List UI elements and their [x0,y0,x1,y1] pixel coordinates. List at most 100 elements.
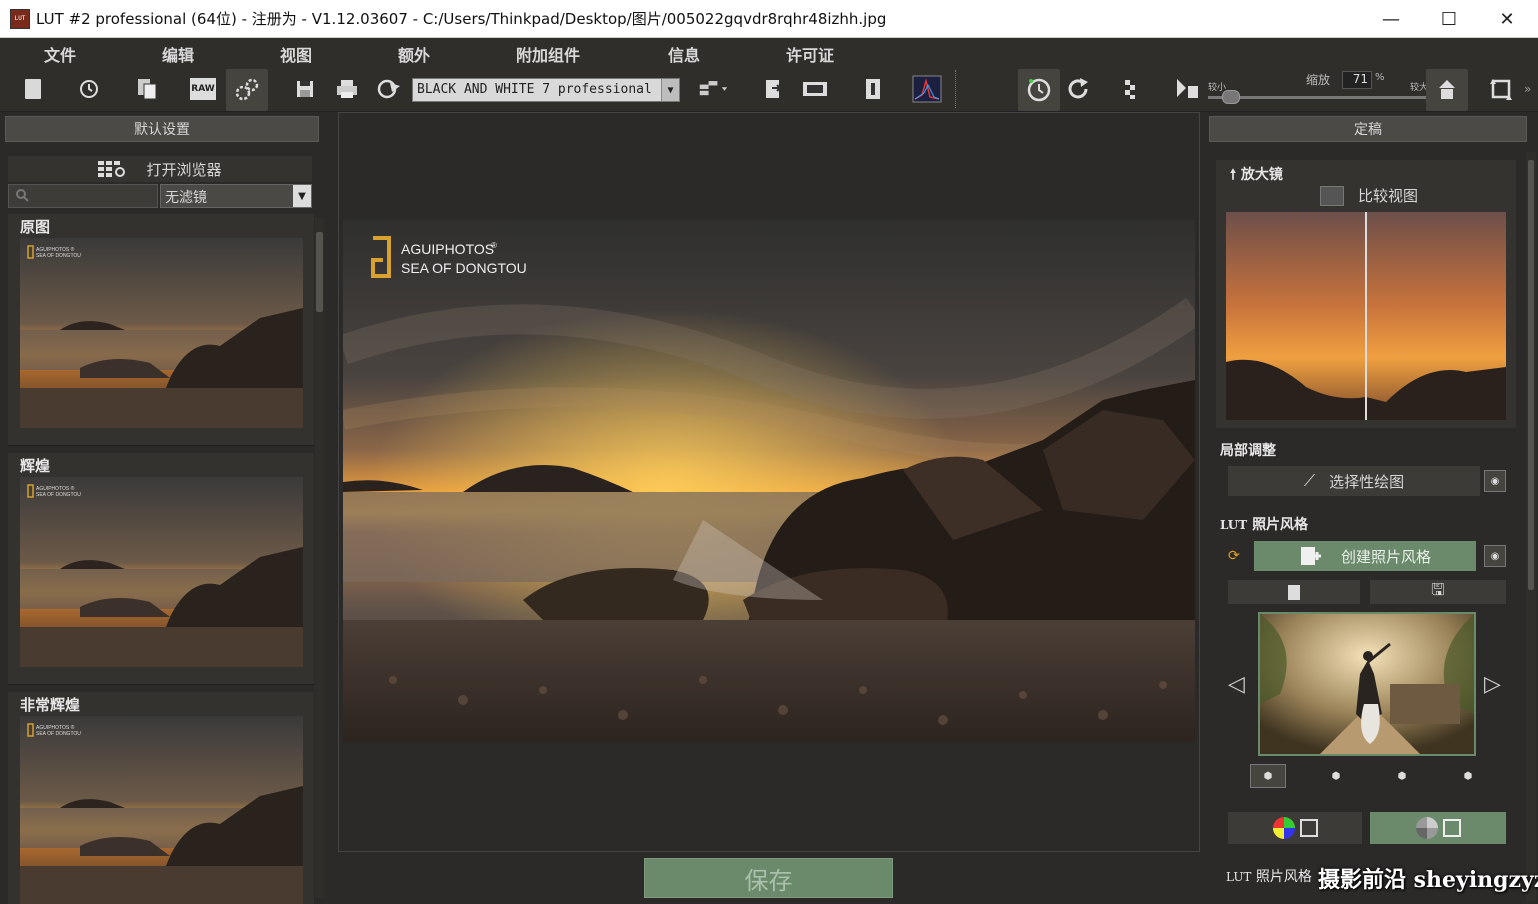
maximize-button[interactable]: ☐ [1420,0,1478,38]
search-input[interactable] [8,184,158,208]
align-button[interactable] [1172,74,1202,104]
save-doc-icon: 🖫 [1431,579,1445,599]
next-style-arrow-icon[interactable]: ▷ [1484,672,1501,697]
save-button[interactable]: 保存 [644,858,893,898]
menu-file[interactable]: 文件 [44,42,76,66]
toolbar-overflow-icon[interactable]: » [1524,82,1531,96]
settings-button[interactable] [226,69,268,111]
defaults-header[interactable]: 默认设置 [5,116,319,142]
chevron-down-icon: ▼ [661,79,679,101]
menu-addons[interactable]: 附加组件 [516,42,580,66]
new-file-icon [25,79,41,99]
selective-paint-button[interactable]: ⟋ 选择性绘图 [1228,466,1480,496]
redo-icon [1068,78,1088,99]
menu-view[interactable]: 视图 [280,42,312,66]
history-button[interactable] [74,74,104,104]
browser-grid-icon [98,161,126,177]
search-icon [16,189,29,202]
split-view-button[interactable] [1116,74,1146,104]
cube-view-4-button[interactable]: ⬢ [1450,764,1486,788]
preset-preview-image: AGUIPHOTOS ® SEA OF DONGTOU [20,477,303,667]
compare-toggle-button[interactable] [1018,69,1060,111]
histogram-icon [912,75,942,103]
lut-bottom-prefix: LUT [1226,870,1252,884]
print-button[interactable] [332,74,362,104]
filter-select-value: 无滤镜 [165,190,207,206]
refresh-icon[interactable]: ⟳ [1228,548,1240,564]
magnifier-title[interactable]: 🠕 放大镜 [1230,164,1283,188]
title-bar: LUT LUT #2 professional (64位) - 注册为 - V1… [0,0,1538,38]
compare-view-toggle[interactable] [1320,186,1344,206]
preset-select-value: BLACK AND WHITE 7 professional [417,82,652,97]
copy-button[interactable] [132,74,162,104]
zoom-label: 缩放 [1306,73,1331,87]
layout-button[interactable] [698,74,728,104]
redo-button[interactable] [1064,74,1094,104]
menu-license[interactable]: 许可证 [786,42,834,66]
save-style-button[interactable]: 🖫 [1370,580,1506,604]
thumbnail-scrollbar[interactable] [315,218,324,898]
zoom-unit: % [1375,72,1385,83]
preset-label: 非常辉煌 [20,696,81,714]
preset-thumbnail-original[interactable]: 原图 AGUIPHOTOS ® SEA OF DONGTOU [8,214,314,446]
grey-wheel-icon [1416,817,1461,839]
color-to-style-button[interactable] [1228,812,1362,844]
selective-paint-settings-icon[interactable]: ◉ [1484,470,1506,492]
cube-icon: ⬢ [1263,770,1273,782]
main-preview-image[interactable]: AGUIPHOTOS ® SEA OF DONGTOU [343,220,1195,742]
minimize-button[interactable]: — [1362,0,1420,38]
info-panel-button[interactable] [858,74,888,104]
zoom-fit-button[interactable] [1426,69,1468,111]
cube-view-2-button[interactable]: ⬢ [1318,764,1354,788]
zoom-slider-track[interactable] [1208,96,1428,99]
compare-divider[interactable] [1365,212,1367,420]
preset-thumbnail-very-brilliant[interactable]: 非常辉煌 AGUIPHOTOS ® SEA OF DONGTOU [8,692,314,904]
cube-view-1-button[interactable]: ⬢ [1250,764,1286,788]
mono-to-style-button[interactable] [1370,812,1506,844]
menu-bar: 文件 编辑 视图 额外 附加组件 信息 许可证 [0,38,1538,68]
thumbnail-watermark-line1: AGUIPHOTOS ® [36,724,75,731]
compare-view-label: 比较视图 [1358,187,1419,205]
menu-edit[interactable]: 编辑 [162,42,194,66]
rotate-crop-icon [1490,79,1512,100]
copy-icon [138,79,157,100]
selective-paint-label: 选择性绘图 [1329,472,1405,491]
save-file-button[interactable] [290,74,320,104]
prev-style-arrow-icon[interactable]: ◁ [1228,672,1245,697]
new-style-button[interactable] [1228,580,1360,604]
style-preview-image[interactable] [1258,612,1476,756]
app-icon: LUT [10,8,30,29]
histogram-button[interactable] [912,74,942,104]
create-photo-style-label: 创建照片风格 [1340,547,1431,566]
menu-extra[interactable]: 额外 [398,42,430,66]
filter-select[interactable]: 无滤镜 ▼ [160,184,312,208]
preset-select[interactable]: BLACK AND WHITE 7 professional ▼ [412,78,680,102]
create-photo-style-button[interactable]: 创建照片风格 [1254,541,1476,571]
finalize-header[interactable]: 定稿 [1209,116,1527,142]
new-file-button[interactable] [18,74,48,104]
open-browser-button[interactable]: 打开浏览器 [8,156,312,182]
preset-thumbnail-brilliant[interactable]: 辉煌 AGUIPHOTOS ® SEA OF DONGTOU [8,453,314,685]
right-panel-scrollbar[interactable] [1526,152,1536,902]
menu-info[interactable]: 信息 [668,42,700,66]
photo-style-bottom-label: 照片风格 [1255,869,1312,885]
rotate-button[interactable] [1486,74,1516,104]
photo-style-settings-icon[interactable]: ◉ [1484,545,1506,567]
zoom-value-field[interactable]: 71 [1342,71,1372,89]
thumbnail-watermark-line2: SEA OF DONGTOU [36,492,81,498]
checker-icon [1125,80,1135,99]
magnifier-label: 放大镜 [1240,167,1283,183]
scrollbar-thumb[interactable] [316,232,323,312]
raw-button[interactable]: RAW [188,74,218,104]
close-button[interactable]: ✕ [1478,0,1536,38]
filmstrip-button[interactable] [800,74,830,104]
scrollbar-thumb[interactable] [1528,160,1534,590]
export-button[interactable] [374,74,404,104]
zoom-slider-thumb[interactable] [1222,90,1240,104]
export-doc-button[interactable] [758,74,788,104]
cube-view-3-button[interactable]: ⬢ [1384,764,1420,788]
info-doc-icon [866,79,880,99]
magnifier-preview[interactable] [1226,212,1506,420]
thumbnail-watermark-line2: SEA OF DONGTOU [36,253,81,259]
brush-icon: ⟋ [1303,471,1316,490]
